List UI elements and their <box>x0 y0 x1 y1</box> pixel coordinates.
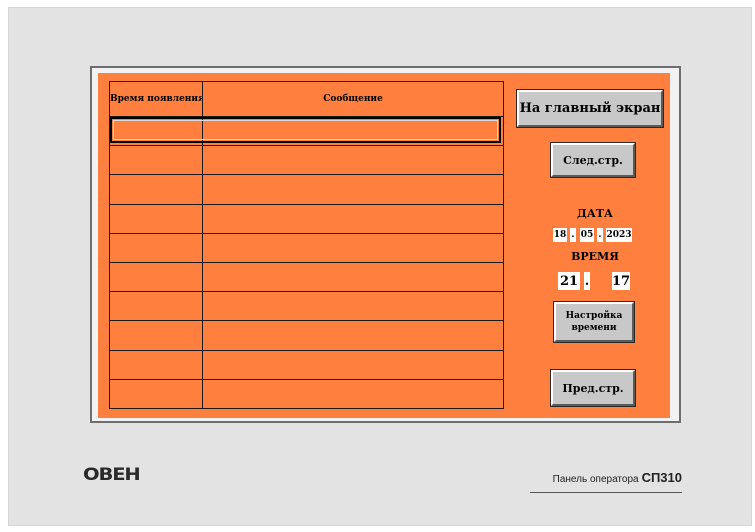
cell-message <box>202 261 504 293</box>
cell-time <box>109 349 203 380</box>
cell-message <box>202 145 504 176</box>
column-header-time: Время появления <box>109 81 203 117</box>
date-label: ДАТА <box>577 207 613 220</box>
cell-time <box>109 232 203 263</box>
brand-logo: ОВЕН <box>83 465 141 485</box>
table-row[interactable] <box>109 349 504 380</box>
table-row[interactable] <box>109 378 504 410</box>
cell-time <box>109 203 203 234</box>
table-row[interactable] <box>109 261 504 293</box>
table-row[interactable] <box>109 320 504 351</box>
home-screen-button[interactable]: На главный экран <box>516 89 664 128</box>
date-year-field[interactable]: 2023 <box>606 228 632 242</box>
device-model-caption: Панель оператора СП310 <box>553 470 682 485</box>
cell-time <box>109 378 203 410</box>
time-label: ВРЕМЯ <box>571 250 619 263</box>
model-prefix: Панель оператора <box>552 474 639 485</box>
date-month-field[interactable]: 05 <box>580 228 594 242</box>
date-separator: . <box>597 228 603 242</box>
cell-message <box>202 232 504 263</box>
cell-time <box>109 291 203 322</box>
hmi-screen: Время появления Сообщение На главный экр… <box>98 73 670 418</box>
table-row[interactable] <box>109 145 504 176</box>
next-page-button[interactable]: След.стр. <box>550 142 636 178</box>
divider <box>530 492 682 493</box>
model-name: СП310 <box>641 470 682 485</box>
table-row[interactable] <box>109 115 504 147</box>
column-header-message: Сообщение <box>202 81 504 117</box>
cell-message <box>202 115 504 147</box>
cell-message <box>202 291 504 322</box>
previous-page-button[interactable]: Пред.стр. <box>550 369 636 407</box>
cell-message <box>202 174 504 205</box>
table-row[interactable] <box>109 174 504 205</box>
cell-time <box>109 174 203 205</box>
cell-time <box>109 320 203 351</box>
cell-time <box>109 115 203 147</box>
set-time-label-line1: Настройка <box>565 311 623 321</box>
set-time-label-line2: времени <box>571 323 617 333</box>
cell-time <box>109 145 203 176</box>
cell-message <box>202 378 504 410</box>
time-minute-field[interactable]: 17 <box>612 272 630 290</box>
cell-message <box>202 320 504 351</box>
brand-name: ОВЕН <box>83 465 141 485</box>
cell-message <box>202 203 504 234</box>
date-day-field[interactable]: 18 <box>553 228 567 242</box>
date-separator: . <box>570 228 576 242</box>
cell-message <box>202 349 504 380</box>
time-separator: . <box>584 272 590 290</box>
table-row[interactable] <box>109 291 504 322</box>
alarm-log-table: Время появления Сообщение <box>109 81 504 410</box>
set-time-button[interactable]: Настройка времени <box>553 301 635 343</box>
cell-time <box>109 261 203 293</box>
table-row[interactable] <box>109 203 504 234</box>
table-row[interactable] <box>109 232 504 263</box>
time-hour-field[interactable]: 21 <box>558 272 580 290</box>
